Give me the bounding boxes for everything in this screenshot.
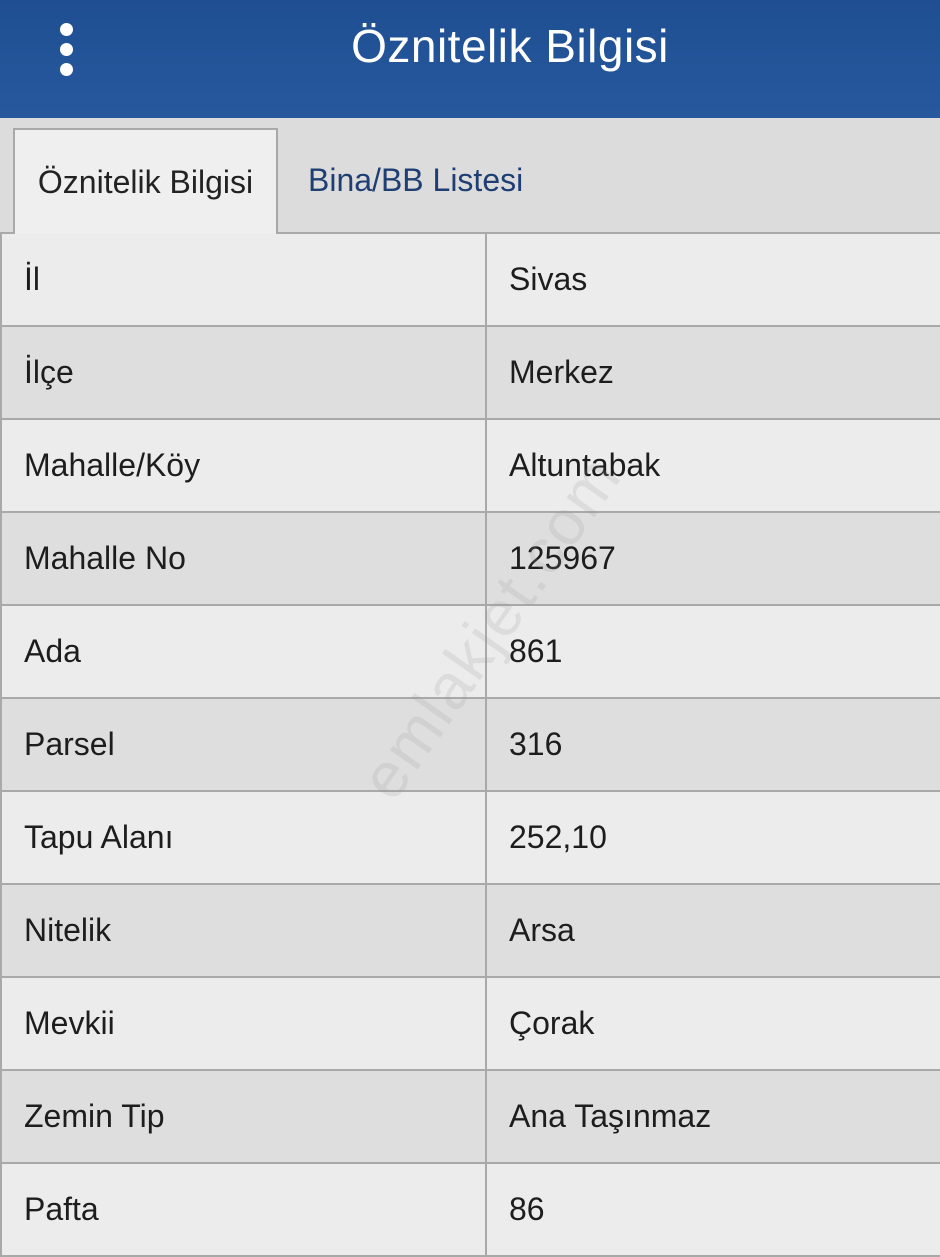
row-key: Mevkii: [2, 978, 487, 1069]
page-title: Öznitelik Bilgisi: [351, 20, 669, 72]
app-header: Öznitelik Bilgisi: [0, 0, 940, 118]
row-key: Parsel: [2, 699, 487, 790]
row-key: Ada: [2, 606, 487, 697]
row-value: 316: [509, 726, 563, 762]
table-row: İl Sivas: [2, 234, 940, 327]
row-value: Sivas: [509, 261, 588, 297]
tab-bar: Öznitelik Bilgisi Bina/BB Listesi: [0, 118, 940, 234]
table-row: Tapu Alanı 252,10: [2, 792, 940, 885]
row-value: 86: [509, 1191, 545, 1227]
row-value: 252,10: [509, 819, 607, 855]
table-row: Mevkii Çorak: [2, 978, 940, 1071]
tab-oznitelik-bilgisi[interactable]: Öznitelik Bilgisi: [13, 128, 278, 234]
row-value: Ana Taşınmaz: [509, 1098, 712, 1134]
table-row: Mahalle No 125967: [2, 513, 940, 606]
row-value: Altuntabak: [509, 447, 661, 483]
row-value: Merkez: [509, 354, 614, 390]
row-key: Pafta: [2, 1164, 487, 1255]
row-value: 861: [509, 633, 563, 669]
table-row: Ada 861: [2, 606, 940, 699]
row-value: Çorak: [509, 1005, 595, 1041]
table-row: Zemin Tip Ana Taşınmaz: [2, 1071, 940, 1164]
table-row: İlçe Merkez: [2, 327, 940, 420]
table-row: Nitelik Arsa: [2, 885, 940, 978]
row-key: İl: [2, 234, 487, 325]
row-key: Zemin Tip: [2, 1071, 487, 1162]
row-value: Arsa: [509, 912, 575, 948]
table-row: Parsel 316: [2, 699, 940, 792]
row-key: Mahalle No: [2, 513, 487, 604]
table-row: Pafta 86: [2, 1164, 940, 1257]
row-key: Mahalle/Köy: [2, 420, 487, 511]
attribute-table: İl Sivas İlçe Merkez Mahalle/Köy Altunta…: [0, 234, 940, 1257]
row-key: İlçe: [2, 327, 487, 418]
tab-bina-bb-listesi[interactable]: Bina/BB Listesi: [308, 128, 523, 234]
row-key: Nitelik: [2, 885, 487, 976]
row-value: 125967: [509, 540, 616, 576]
table-row: Mahalle/Köy Altuntabak: [2, 420, 940, 513]
row-key: Tapu Alanı: [2, 792, 487, 883]
